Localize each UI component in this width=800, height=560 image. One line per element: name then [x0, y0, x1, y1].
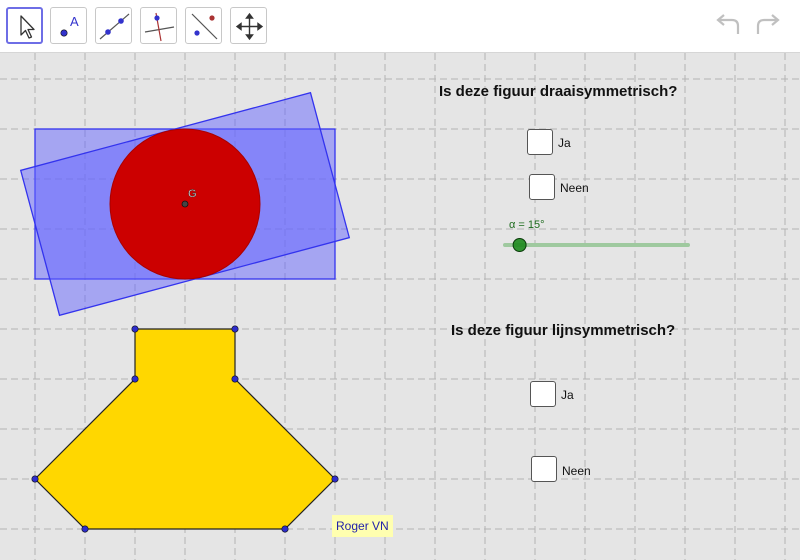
point-tool-button[interactable]: A	[50, 7, 87, 44]
vertex-point[interactable]	[231, 375, 239, 383]
point-tool-glyph: A	[70, 14, 79, 29]
construction: G	[19, 91, 690, 533]
line-through-two-points-icon	[99, 13, 130, 40]
checkbox-rotation-ja-label: Ja	[558, 136, 571, 150]
redo-icon[interactable]	[752, 12, 782, 40]
checkbox-line-ja-label: Ja	[561, 388, 574, 402]
perpendicular-line-icon	[144, 12, 175, 42]
toolbar: A	[0, 0, 800, 53]
checkbox-line-ja[interactable]	[530, 381, 556, 407]
center-point-label: G	[188, 188, 197, 200]
move-arrows-icon	[235, 12, 264, 41]
author-label: Roger VN	[332, 515, 393, 537]
vertex-point[interactable]	[281, 525, 289, 533]
vertex-point[interactable]	[31, 475, 39, 483]
center-point-g[interactable]	[181, 200, 189, 208]
arrow-cursor-icon	[20, 15, 35, 39]
yellow-polygon[interactable]	[34, 328, 336, 530]
reflect-tool-button[interactable]	[185, 7, 222, 44]
checkbox-rotation-neen-label: Neen	[560, 181, 589, 195]
reflect-about-line-icon	[191, 13, 218, 40]
checkbox-line-neen-label: Neen	[562, 464, 591, 478]
point-icon: A	[60, 14, 79, 37]
vertex-point[interactable]	[331, 475, 339, 483]
move-graphics-view-button[interactable]	[230, 7, 267, 44]
checkbox-rotation-ja[interactable]	[527, 129, 553, 155]
graphics-view[interactable]: G Is deze figuur draaisymmetrisch? Ja Ne…	[0, 53, 800, 560]
vertex-point[interactable]	[81, 525, 89, 533]
checkbox-rotation-neen[interactable]	[529, 174, 555, 200]
question-rotational-symmetry: Is deze figuur draaisymmetrisch?	[439, 83, 678, 100]
vertex-point[interactable]	[131, 325, 139, 333]
alpha-slider-knob[interactable]	[512, 238, 527, 252]
vertex-point[interactable]	[231, 325, 239, 333]
alpha-slider-label: α = 15°	[509, 219, 545, 231]
line-tool-button[interactable]	[95, 7, 132, 44]
question-line-symmetry: Is deze figuur lijnsymmetrisch?	[451, 322, 676, 339]
perpendicular-line-tool-button[interactable]	[140, 7, 177, 44]
checkbox-line-neen[interactable]	[531, 456, 557, 482]
vertex-point[interactable]	[131, 375, 139, 383]
move-tool-button[interactable]	[6, 7, 43, 44]
undo-icon[interactable]	[714, 12, 744, 40]
